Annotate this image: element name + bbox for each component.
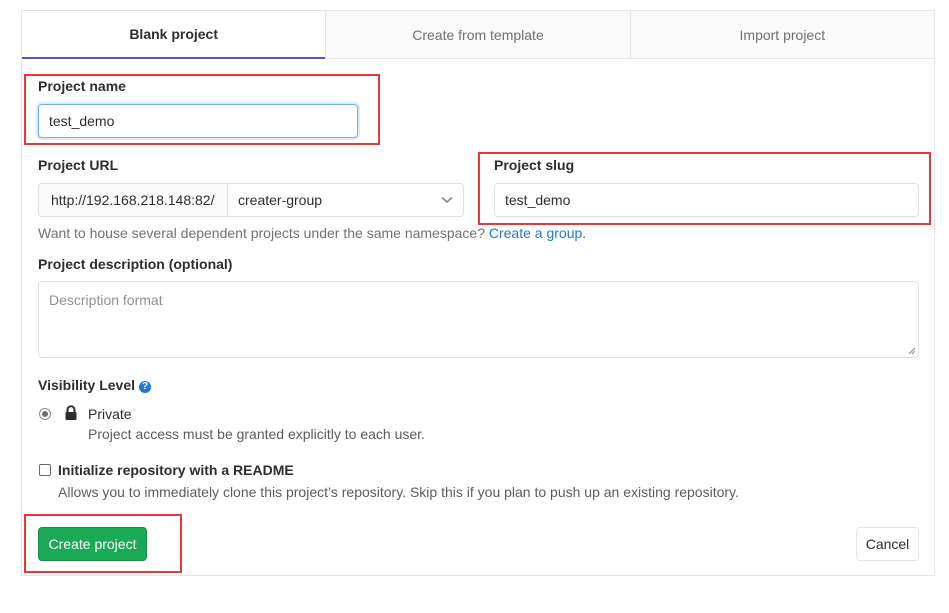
radio-selected-dot (42, 411, 48, 417)
description-label: Project description (optional) (38, 256, 233, 272)
visibility-private-desc: Project access must be granted explicitl… (88, 426, 425, 442)
project-slug-label: Project slug (494, 157, 575, 173)
tab-import-project[interactable]: Import project (629, 11, 934, 59)
namespace-select[interactable]: creater-group (227, 183, 464, 217)
project-slug-input[interactable]: test_demo (494, 183, 919, 217)
readme-checkbox[interactable] (39, 464, 51, 476)
description-textarea[interactable]: Description format (38, 281, 919, 358)
chevron-down-icon (441, 196, 453, 204)
resize-handle-icon[interactable] (907, 346, 916, 355)
namespace-help: Want to house several dependent projects… (38, 225, 586, 241)
namespace-help-text: Want to house several dependent projects… (38, 225, 485, 241)
tab-blank-project[interactable]: Blank project (22, 11, 326, 59)
create-group-link[interactable]: Create a group. (489, 225, 586, 241)
tab-create-from-template[interactable]: Create from template (325, 11, 630, 59)
question-circle-icon[interactable]: ? (139, 380, 152, 393)
lock-icon (65, 405, 77, 420)
project-url-label: Project URL (38, 157, 119, 173)
visibility-private-label: Private (88, 406, 132, 422)
project-tabs: Blank project Create from template Impor… (22, 11, 934, 59)
readme-label: Initialize repository with a README (58, 462, 294, 478)
create-project-button[interactable]: Create project (38, 527, 147, 561)
visibility-level-label: Visibility Level? (38, 377, 152, 393)
readme-desc: Allows you to immediately clone this pro… (58, 484, 739, 500)
visibility-private-radio[interactable] (39, 408, 51, 420)
project-name-input[interactable]: test_demo (38, 104, 358, 138)
description-placeholder: Description format (49, 292, 163, 308)
url-prefix: http://192.168.218.148:82/ (38, 183, 227, 217)
project-name-label: Project name (38, 78, 126, 94)
visibility-level-text: Visibility Level (38, 377, 136, 393)
cancel-button[interactable]: Cancel (856, 527, 919, 561)
namespace-value: creater-group (238, 192, 323, 208)
